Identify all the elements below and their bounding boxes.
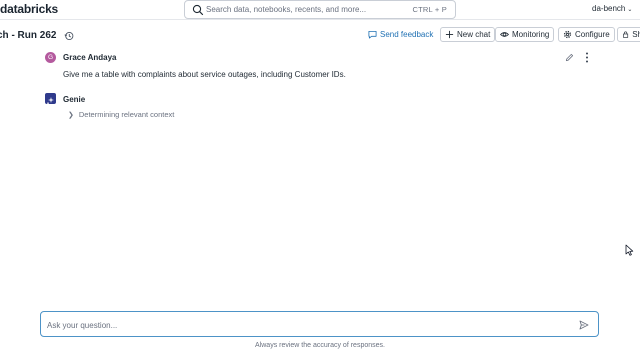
new-chat-label: New chat [457, 30, 491, 39]
workspace-name: da-bench [592, 4, 626, 13]
send-feedback-label: Send feedback [380, 30, 434, 39]
genie-name: Genie [63, 95, 86, 104]
page-title: ch - Run 262 [0, 30, 57, 41]
genie-avatar [45, 93, 56, 104]
eye-icon [500, 32, 509, 37]
new-chat-button[interactable]: New chat [440, 27, 496, 42]
monitoring-label: Monitoring [512, 30, 550, 39]
edit-pencil-icon[interactable] [565, 53, 574, 62]
plus-icon [445, 30, 454, 39]
search-shortcut: CTRL + P [412, 5, 447, 14]
user-message: Give me a table with complaints about se… [63, 70, 346, 79]
monitoring-button[interactable]: Monitoring [495, 27, 555, 42]
send-feedback-link[interactable]: Send feedback [368, 30, 433, 39]
chevron-right-icon: ❯ [68, 111, 74, 119]
history-icon[interactable] [64, 31, 74, 41]
share-button[interactable]: Sh [617, 27, 640, 42]
question-input[interactable] [47, 318, 567, 332]
search-icon [192, 4, 204, 16]
thinking-status[interactable]: ❯ Determining relevant context [68, 110, 174, 119]
feedback-icon [368, 30, 377, 39]
configure-button[interactable]: Configure [558, 27, 615, 42]
thinking-status-text: Determining relevant context [78, 110, 175, 119]
user-name: Grace Andaya [63, 53, 117, 62]
share-label: Sh [632, 30, 640, 39]
gear-icon [563, 30, 572, 39]
sparkle-icon [47, 97, 54, 104]
lock-icon [623, 31, 629, 38]
top-bar: databricks Search data, notebooks, recen… [0, 0, 640, 20]
chevron-down-icon: ⌄ [627, 7, 633, 13]
user-avatar: G [45, 52, 56, 63]
databricks-logo[interactable]: databricks [0, 2, 58, 16]
workspace-switcher[interactable]: da-bench ⌄ [592, 4, 632, 13]
send-icon[interactable] [579, 320, 589, 330]
mouse-cursor-icon [625, 244, 634, 256]
configure-label: Configure [575, 30, 610, 39]
more-options-icon[interactable] [585, 52, 589, 63]
search-placeholder: Search data, notebooks, recents, and mor… [206, 5, 367, 14]
accuracy-disclaimer: Always review the accuracy of responses. [255, 342, 385, 349]
global-search[interactable]: Search data, notebooks, recents, and mor… [184, 0, 456, 19]
question-composer [40, 311, 599, 337]
